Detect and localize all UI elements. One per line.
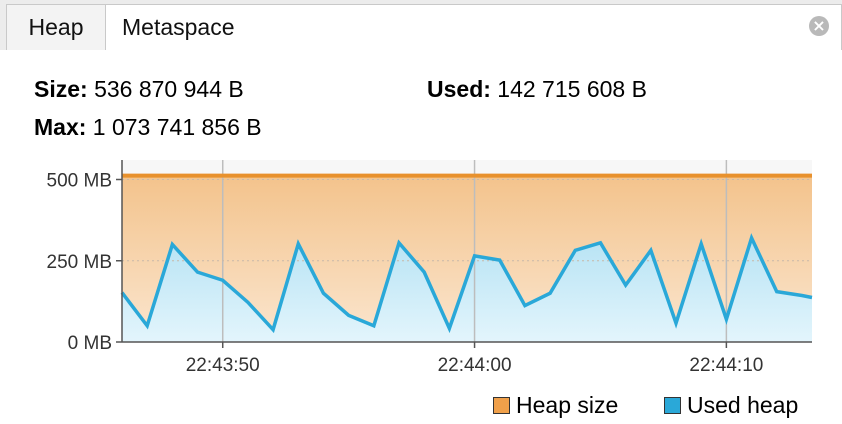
y-tick-label-1: 250 MB [47, 252, 112, 273]
y-tick-label-2: 500 MB [47, 171, 112, 192]
close-icon[interactable]: × [809, 16, 829, 36]
legend-label-used-heap: Used heap [687, 392, 799, 418]
used-value: 142 715 608 B [497, 76, 647, 102]
x-tick-label-0: 22:43:50 [186, 355, 260, 376]
tab-heap[interactable]: Heap [6, 4, 106, 50]
used-stat: Used: 142 715 608 B [427, 76, 647, 103]
used-label: Used: [427, 76, 491, 102]
legend-swatch-used-heap [664, 397, 681, 414]
size-stat: Size: 536 870 944 B [34, 76, 244, 103]
size-label: Size: [34, 76, 88, 102]
x-tick-label-2: 22:44:10 [689, 355, 763, 376]
tab-bar: Heap Metaspace × [0, 0, 842, 50]
max-label: Max: [34, 114, 87, 140]
tab-metaspace[interactable]: Metaspace [106, 4, 842, 50]
legend-swatch-heap-size [493, 397, 510, 414]
legend-used-heap: Used heap [664, 392, 798, 419]
heap-chart: 0 MB 250 MB 500 MB 22:43:50 22:44:00 22:44:10 [47, 160, 813, 376]
max-stat: Max: 1 073 741 856 B [34, 114, 262, 141]
legend-label-heap-size: Heap size [516, 392, 619, 418]
x-tick-label-1: 22:44:00 [438, 355, 512, 376]
y-tick-label-0: 0 MB [68, 333, 112, 354]
size-value: 536 870 944 B [94, 76, 244, 102]
max-value: 1 073 741 856 B [92, 114, 262, 140]
legend-heap-size: Heap size [493, 392, 618, 419]
